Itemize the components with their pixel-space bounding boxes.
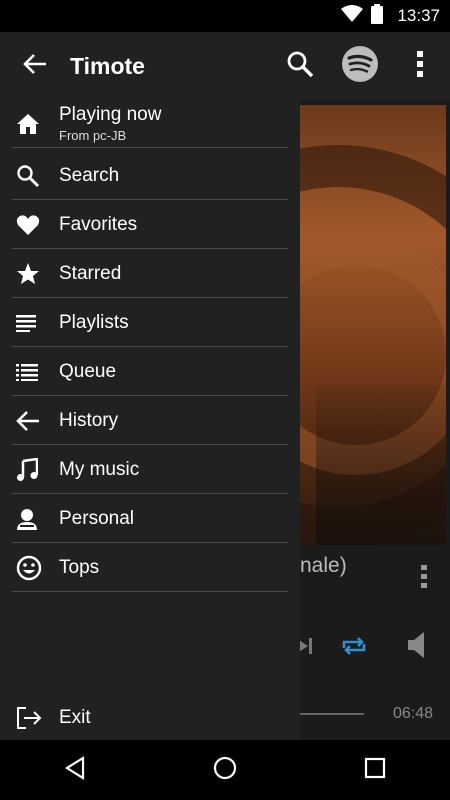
search-button[interactable] xyxy=(270,32,330,100)
playlist-icon xyxy=(12,299,50,347)
back-triangle-icon xyxy=(64,755,86,785)
progress-bar[interactable] xyxy=(300,713,364,715)
app-bar: Timote xyxy=(0,32,450,100)
search-icon xyxy=(285,49,315,84)
queue-icon xyxy=(12,348,50,396)
drawer-item-label: Queue xyxy=(59,360,117,382)
system-navigation-bar xyxy=(0,740,450,800)
drawer-item-label: Favorites xyxy=(59,213,138,235)
drawer-item-sublabel: From pc-JB xyxy=(59,128,127,143)
volume-button[interactable] xyxy=(406,630,430,665)
nav-back-button[interactable] xyxy=(45,740,105,800)
exit-icon xyxy=(12,706,50,730)
arrow-left-icon xyxy=(22,52,48,81)
drawer-item-label: Playlists xyxy=(59,311,129,333)
person-icon xyxy=(12,495,50,543)
app-title: Timote xyxy=(70,52,145,79)
wifi-icon xyxy=(341,4,364,28)
more-vert-icon xyxy=(416,50,424,82)
smiley-icon xyxy=(12,544,50,592)
drawer-item-exit[interactable]: Exit xyxy=(12,696,288,740)
repeat-icon xyxy=(340,637,368,662)
album-art xyxy=(296,105,446,545)
music-note-icon xyxy=(12,446,50,494)
spotify-icon xyxy=(341,45,379,88)
drawer-item-favorites[interactable]: Favorites xyxy=(12,201,288,249)
status-time: 13:37 xyxy=(397,6,440,25)
drawer-item-label: My music xyxy=(59,458,140,480)
total-time: 06:48 xyxy=(393,705,434,722)
volume-icon xyxy=(406,632,430,664)
arrow-left-icon xyxy=(12,397,50,445)
spotify-button[interactable] xyxy=(330,32,390,100)
drawer-item-search[interactable]: Search xyxy=(12,152,288,200)
drawer-item-starred[interactable]: Starred xyxy=(12,250,288,298)
back-button[interactable] xyxy=(0,32,70,100)
repeat-button[interactable] xyxy=(340,634,368,663)
drawer-item-playlists[interactable]: Playlists xyxy=(12,299,288,347)
track-title: nale) xyxy=(300,554,347,577)
drawer-item-label: Personal xyxy=(59,507,134,529)
drawer-item-history[interactable]: History xyxy=(12,397,288,445)
drawer-item-label: Tops xyxy=(59,556,100,578)
drawer-item-my-music[interactable]: My music xyxy=(12,446,288,494)
status-bar: 13:37 xyxy=(0,0,450,32)
track-more-button[interactable] xyxy=(420,565,428,594)
drawer-item-personal[interactable]: Personal xyxy=(12,495,288,543)
home-icon xyxy=(12,100,50,148)
star-icon xyxy=(12,250,50,298)
drawer-item-label: History xyxy=(59,409,119,431)
home-circle-icon xyxy=(213,756,237,785)
drawer-item-label: Search xyxy=(59,164,120,186)
search-icon xyxy=(12,152,50,200)
drawer-item-playing-now[interactable]: Playing now From pc-JB xyxy=(12,100,288,148)
more-options-button[interactable] xyxy=(390,32,450,100)
drawer-item-label: Starred xyxy=(59,262,122,284)
heart-icon xyxy=(12,201,50,249)
nav-home-button[interactable] xyxy=(195,740,255,800)
drawer-item-queue[interactable]: Queue xyxy=(12,348,288,396)
drawer-item-label: Exit xyxy=(59,707,91,728)
nav-recents-button[interactable] xyxy=(345,740,405,800)
navigation-drawer: Playing now From pc-JB Search Favorites … xyxy=(0,100,300,740)
drawer-item-label: Playing now xyxy=(59,104,162,125)
recents-square-icon xyxy=(364,757,386,784)
battery-icon xyxy=(371,3,384,29)
more-vert-icon xyxy=(420,565,428,593)
drawer-item-tops[interactable]: Tops xyxy=(12,544,288,592)
